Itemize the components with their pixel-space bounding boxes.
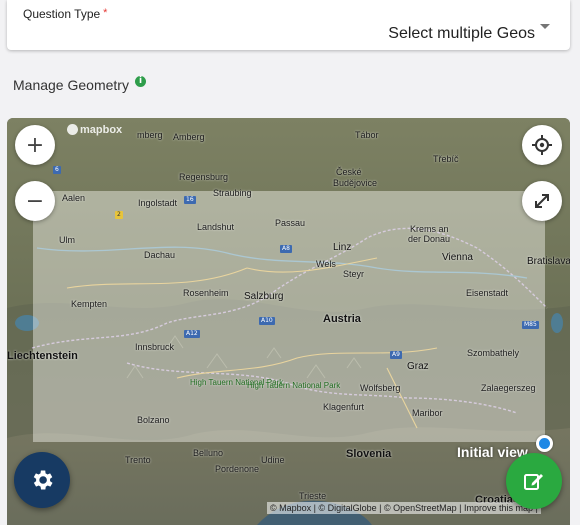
question-type-value: Select multiple Geos <box>388 25 535 42</box>
place-label: Aalen <box>62 193 86 203</box>
place-label: České <box>336 167 362 177</box>
place-label: Szombathely <box>467 348 520 358</box>
zoom-in-button[interactable]: + <box>15 125 55 165</box>
place-label: Vienna <box>442 252 473 263</box>
initial-view-extent <box>33 191 545 442</box>
place-label: Landshut <box>197 222 235 232</box>
place-label: Steyr <box>343 269 365 279</box>
place-label: Regensburg <box>179 172 229 182</box>
place-label: Eisenstadt <box>466 288 509 298</box>
road-shield: 16 <box>184 196 196 204</box>
place-label: Wels <box>316 259 336 269</box>
crosshair-icon <box>532 135 552 155</box>
park-label: High Tauern National Park <box>190 378 284 387</box>
place-label: mberg <box>137 130 163 140</box>
place-label: Slovenia <box>346 448 392 460</box>
place-label: Salzburg <box>244 291 284 302</box>
place-label: Amberg <box>173 132 205 142</box>
fullscreen-button[interactable] <box>522 181 562 221</box>
road-shield: 2 <box>115 211 123 219</box>
gear-icon <box>33 470 53 490</box>
place-label: der Donau <box>408 234 451 244</box>
location-dot <box>536 435 553 452</box>
place-label: Straubing <box>213 188 252 198</box>
caret-down-icon[interactable] <box>540 24 550 29</box>
place-label: Maribor <box>412 408 443 418</box>
place-label: Bratislava <box>527 256 570 267</box>
place-label: Graz <box>407 361 429 372</box>
map-attribution[interactable]: © Mapbox | © DigitalGlobe | © OpenStreet… <box>267 502 541 514</box>
place-label: Třebíč <box>433 154 459 164</box>
place-label: Linz <box>333 242 352 253</box>
required-asterisk: * <box>103 7 108 19</box>
place-label: Trieste <box>299 491 327 501</box>
edit-geometry-button[interactable] <box>506 453 562 509</box>
park-label: High Tauern National Park <box>247 381 341 390</box>
road-shield: 6 <box>53 166 61 174</box>
locate-button[interactable] <box>522 125 562 165</box>
road-shield: A10 <box>259 317 275 325</box>
zoom-out-button[interactable]: − <box>15 181 55 221</box>
question-type-label: Question Type * <box>23 7 108 21</box>
map-view[interactable]: mberg Amberg Regensburg Straubing České … <box>7 118 570 525</box>
place-label: Liechtenstein <box>7 350 78 362</box>
country-label: Austria <box>323 313 361 325</box>
place-label: Pordenone <box>215 464 260 474</box>
question-type-select[interactable]: Question Type * Select multiple Geos <box>7 0 570 50</box>
place-label: Dachau <box>144 250 176 260</box>
place-label: Ingolstadt <box>138 198 178 208</box>
place-label: Zalaegerszeg <box>481 383 536 393</box>
place-label: Belluno <box>193 448 224 458</box>
place-label: Kempten <box>71 299 108 309</box>
place-label: Udine <box>261 455 285 465</box>
road-shield: A8 <box>280 245 292 253</box>
place-label: Krems an <box>410 224 449 234</box>
settings-button[interactable] <box>14 452 70 508</box>
place-label: Rosenheim <box>183 288 229 298</box>
edit-icon <box>524 474 543 490</box>
mapbox-logo[interactable]: mapbox <box>67 124 122 136</box>
road-shield: M85 <box>522 321 539 329</box>
place-label: Tábor <box>355 130 379 140</box>
place-label: Budějovice <box>333 178 378 188</box>
place-label: Bolzano <box>137 415 170 425</box>
info-icon[interactable]: i <box>135 76 146 87</box>
place-label: Ulm <box>59 235 75 245</box>
place-label: Klagenfurt <box>323 402 365 412</box>
place-label: Passau <box>275 218 306 228</box>
expand-icon <box>535 194 549 208</box>
road-shield: A12 <box>184 330 200 338</box>
road-shield: A9 <box>390 351 402 359</box>
place-label: Trento <box>125 455 151 465</box>
place-label: Innsbruck <box>135 342 175 352</box>
section-title: Manage Geometry <box>13 77 129 93</box>
place-label: Wolfsberg <box>360 383 401 393</box>
